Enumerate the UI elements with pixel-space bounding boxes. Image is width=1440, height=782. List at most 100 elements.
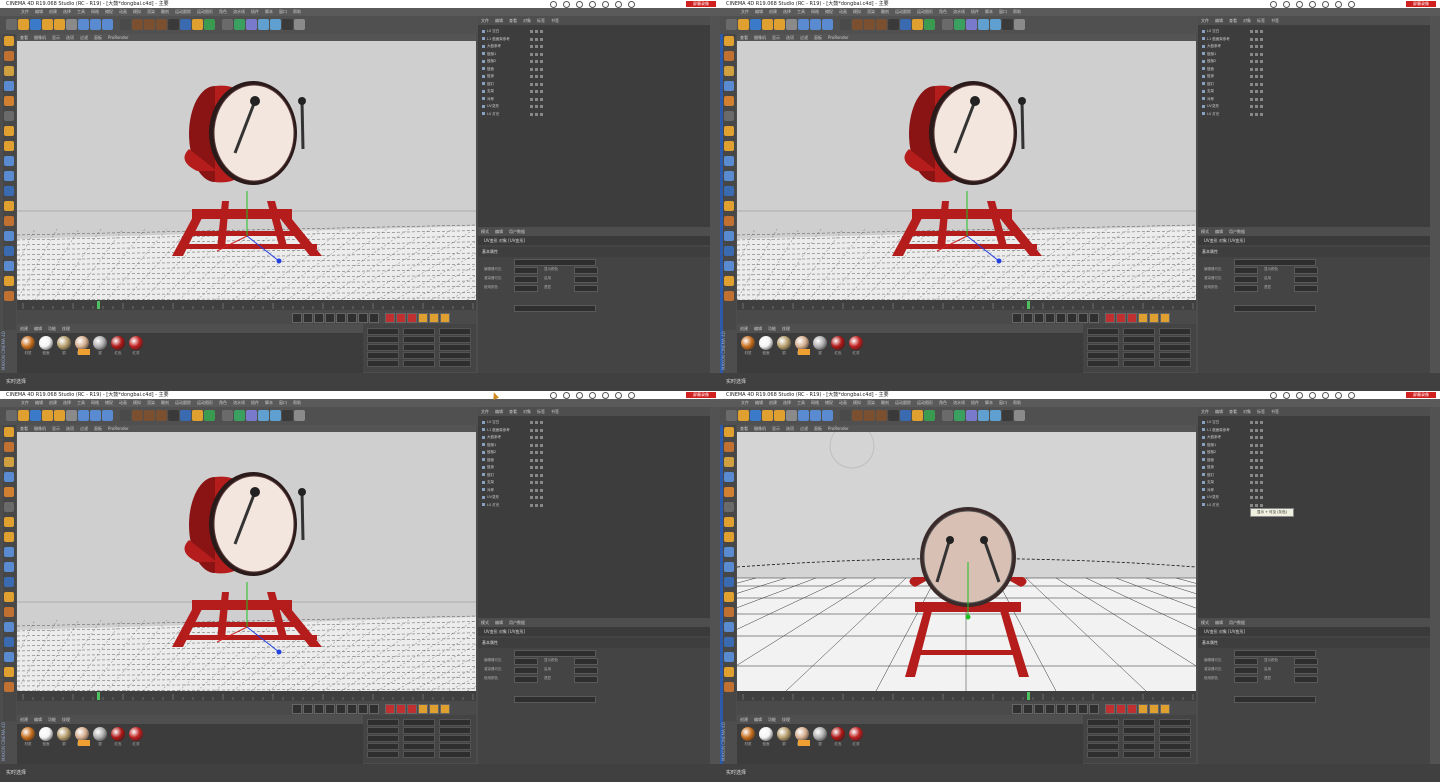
toolbar-tool-icon[interactable] — [66, 19, 77, 30]
object-row[interactable]: L1 鼓面架参考 — [482, 427, 510, 434]
coord-field[interactable] — [439, 743, 471, 750]
toolbar-tool-icon[interactable] — [78, 19, 89, 30]
visibility-dot-icon[interactable] — [1260, 496, 1263, 499]
viewport-menu-item[interactable]: 过滤 — [797, 426, 811, 431]
visibility-dot-icon[interactable] — [1250, 458, 1253, 462]
menu-item[interactable]: 运动跟踪 — [892, 8, 914, 16]
keyframe-button[interactable] — [385, 704, 395, 714]
material-ball[interactable] — [111, 727, 125, 741]
toolbar-tool-icon[interactable] — [180, 19, 191, 30]
eraser-icon[interactable] — [1322, 392, 1329, 399]
visibility-dot-icon[interactable] — [1255, 45, 1258, 48]
material-ball[interactable] — [831, 336, 845, 350]
toolbar-tool-icon[interactable] — [78, 410, 89, 421]
visibility-dot-icon[interactable] — [535, 112, 538, 116]
attribute-field[interactable] — [1234, 658, 1258, 665]
coord-field[interactable] — [367, 735, 399, 742]
circle-icon[interactable] — [1283, 1, 1290, 8]
visibility-dot-icon[interactable] — [1250, 473, 1253, 477]
visibility-dot-icon[interactable] — [535, 75, 538, 78]
menu-item[interactable]: 文件 — [738, 399, 752, 407]
palette-tool-icon[interactable] — [4, 592, 14, 602]
palette-tool-icon[interactable] — [724, 427, 734, 437]
attribute-dropdown[interactable] — [1234, 305, 1316, 312]
attribute-menu-item[interactable]: 模式 — [478, 620, 492, 625]
viewport-menu-item[interactable]: ProRender — [105, 426, 132, 431]
toolbar-tool-icon[interactable] — [978, 19, 989, 30]
arrow-icon[interactable] — [1309, 1, 1316, 8]
viewport-menu-item[interactable]: 过滤 — [797, 35, 811, 40]
redo-icon[interactable] — [628, 392, 635, 399]
visibility-dot-icon[interactable] — [1255, 112, 1258, 116]
toolbar-tool-icon[interactable] — [876, 410, 887, 421]
palette-tool-icon[interactable] — [4, 577, 14, 587]
object-menu-item[interactable]: 对象 — [520, 18, 534, 23]
coord-field[interactable] — [1159, 344, 1191, 351]
object-menu-item[interactable]: 查看 — [1226, 409, 1240, 414]
menu-item[interactable]: 捕捉 — [822, 399, 836, 407]
undo-icon[interactable] — [615, 1, 622, 8]
attribute-menu-item[interactable]: 模式 — [478, 229, 492, 234]
menu-item[interactable]: 编辑 — [32, 399, 46, 407]
palette-tool-icon[interactable] — [724, 261, 734, 271]
attribute-field[interactable] — [1234, 267, 1258, 274]
coord-field[interactable] — [403, 751, 435, 758]
coord-field[interactable] — [1123, 360, 1155, 367]
palette-tool-icon[interactable] — [4, 487, 14, 497]
transport-button[interactable] — [1023, 313, 1033, 323]
circle-icon[interactable] — [563, 1, 570, 8]
visibility-dot-icon[interactable] — [535, 428, 538, 432]
toolbar-tool-icon[interactable] — [66, 410, 77, 421]
keyframe-button[interactable] — [1116, 704, 1126, 714]
menu-item[interactable]: 文件 — [18, 8, 32, 16]
object-menu-item[interactable]: 查看 — [1226, 18, 1240, 23]
object-menu-item[interactable]: 编辑 — [1212, 409, 1226, 414]
palette-tool-icon[interactable] — [724, 667, 734, 677]
menu-item[interactable]: 动画 — [116, 399, 130, 407]
attribute-field[interactable] — [574, 658, 598, 665]
palette-tool-icon[interactable] — [4, 291, 14, 301]
visibility-dot-icon[interactable] — [535, 421, 538, 424]
menu-item[interactable]: 创建 — [766, 399, 780, 407]
toolbar-tool-icon[interactable] — [762, 410, 773, 421]
visibility-dot-icon[interactable] — [1255, 488, 1258, 492]
object-row[interactable]: L1 鼓面架参考 — [1202, 427, 1230, 434]
attribute-field[interactable] — [574, 267, 598, 274]
visibility-dot-icon[interactable] — [1255, 421, 1258, 424]
keyframe-button[interactable] — [1138, 704, 1148, 714]
palette-tool-icon[interactable] — [724, 472, 734, 482]
toolbar-tool-icon[interactable] — [786, 410, 797, 421]
palette-tool-icon[interactable] — [4, 667, 14, 677]
toolbar-tool-icon[interactable] — [954, 19, 965, 30]
palette-tool-icon[interactable] — [4, 216, 14, 226]
coord-field[interactable] — [367, 360, 399, 367]
coord-field[interactable] — [1159, 328, 1191, 335]
visibility-dot-icon[interactable] — [1250, 466, 1253, 469]
attribute-menu-item[interactable]: 用户数据 — [1226, 620, 1248, 625]
material-ball[interactable] — [75, 727, 89, 741]
palette-tool-icon[interactable] — [4, 442, 14, 452]
object-row[interactable]: 对称 — [482, 487, 494, 494]
visibility-dot-icon[interactable] — [1250, 52, 1253, 56]
menu-item[interactable]: 运动图形 — [194, 399, 216, 407]
menu-item[interactable]: 创建 — [46, 399, 60, 407]
viewport-menu-item[interactable]: ProRender — [825, 426, 852, 431]
menu-item[interactable]: 渲染 — [144, 399, 158, 407]
object-row[interactable]: L1 鼓面架参考 — [482, 36, 510, 43]
transport-button[interactable] — [1034, 313, 1044, 323]
visibility-dot-icon[interactable] — [1250, 436, 1253, 439]
visibility-dot-icon[interactable] — [540, 60, 543, 63]
toolbar-tool-icon[interactable] — [222, 19, 233, 30]
visibility-dot-icon[interactable] — [1250, 82, 1253, 86]
menu-item[interactable]: 流水线 — [230, 399, 248, 407]
coord-field[interactable] — [367, 352, 399, 359]
object-row[interactable]: 鼓槌1 — [482, 442, 496, 449]
visibility-dot-icon[interactable] — [535, 105, 538, 108]
undo-icon[interactable] — [1335, 392, 1342, 399]
coord-field[interactable] — [1123, 719, 1155, 726]
viewport-menu-item[interactable]: 面板 — [811, 426, 825, 431]
transport-button[interactable] — [325, 704, 335, 714]
object-row[interactable]: 支架 — [482, 479, 494, 486]
material-menu-item[interactable]: 功能 — [45, 717, 59, 722]
visibility-dot-icon[interactable] — [1250, 421, 1253, 424]
